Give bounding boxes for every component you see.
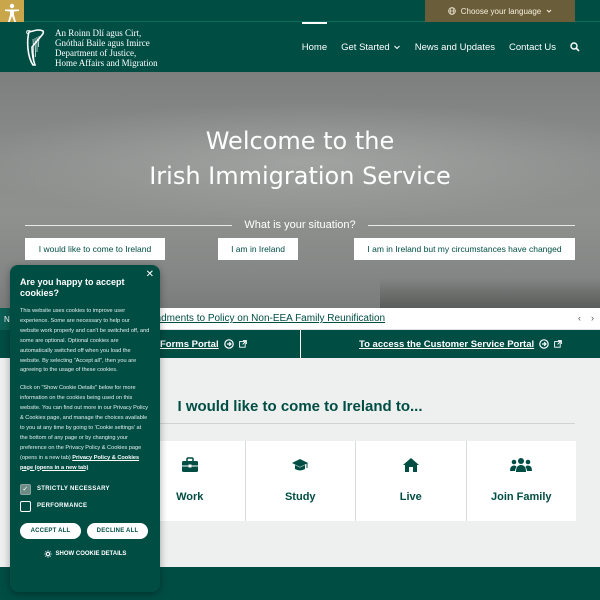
- card-live[interactable]: Live: [356, 441, 466, 521]
- logo-line: Department of Justice,: [55, 48, 137, 58]
- circumstances-changed-button[interactable]: I am in Ireland but my circumstances hav…: [354, 238, 575, 260]
- card-join-family[interactable]: Join Family: [466, 441, 576, 521]
- hero-background-hill: [380, 278, 600, 308]
- nav-label: Home: [301, 41, 328, 53]
- section-divider: [135, 423, 575, 424]
- portal-link-label: Forms Portal: [160, 338, 219, 350]
- arrow-circle-right-icon: [223, 339, 234, 349]
- external-link-icon: [554, 340, 562, 348]
- divider: [25, 224, 233, 226]
- chevron-down-icon: [546, 9, 552, 13]
- nav-home[interactable]: Home: [301, 22, 328, 72]
- customer-service-portal-link[interactable]: To access the Customer Service Portal: [359, 330, 562, 358]
- strict-checkbox: ✓: [20, 483, 31, 495]
- in-ireland-button[interactable]: I am in Ireland: [218, 238, 298, 260]
- forms-portal-link[interactable]: Forms Portal: [160, 330, 247, 358]
- graduation-cap-icon: [292, 459, 309, 471]
- card-label: Join Family: [490, 491, 552, 503]
- cookie-body: This website uses cookies to improve use…: [20, 308, 150, 374]
- cookie-consent-dialog: ✕ Are you happy to accept cookies? This …: [10, 265, 160, 592]
- hero-title-line: Welcome to the: [205, 127, 395, 155]
- close-icon[interactable]: ✕: [146, 269, 154, 280]
- card-label: Work: [176, 491, 204, 503]
- card-study[interactable]: Study: [245, 441, 355, 521]
- external-link-icon: [238, 340, 247, 348]
- top-utility-bar: Choose your language: [0, 0, 600, 26]
- accessibility-icon: [5, 3, 19, 23]
- nav-get-started[interactable]: Get Started: [341, 22, 401, 72]
- nav-label: Get Started: [341, 41, 390, 53]
- nav-news[interactable]: News and Updates: [415, 22, 495, 72]
- hero-title-line: Irish Immigration Service: [149, 162, 451, 190]
- home-icon: [402, 458, 419, 472]
- department-logo[interactable]: An Roinn Dlí agus Cirt, Gnóthaí Baile ag…: [25, 28, 158, 68]
- language-selector[interactable]: Choose your language: [425, 0, 575, 22]
- situation-label: What is your situation?: [244, 219, 356, 231]
- situation-heading: What is your situation?: [25, 218, 575, 232]
- logo-line: An Roinn Dlí agus Cirt,: [55, 28, 142, 38]
- show-cookie-details-button[interactable]: SHOW COOKIE DETAILS: [20, 549, 150, 558]
- cookie-buttons: ACCEPT ALL DECLINE ALL: [20, 522, 150, 539]
- cookie-option-strict: ✓ STRICTLY NECESSARY: [20, 483, 150, 495]
- card-label: Live: [399, 491, 422, 503]
- decline-all-button[interactable]: DECLINE ALL: [87, 522, 148, 539]
- come-to-ireland-button[interactable]: I would like to come to Ireland: [25, 238, 165, 260]
- accept-all-button[interactable]: ACCEPT ALL: [20, 522, 81, 539]
- site-header: An Roinn Dlí agus Cirt, Gnóthaí Baile ag…: [0, 22, 600, 72]
- arrow-circle-right-icon: [539, 339, 549, 349]
- family-icon: [510, 458, 533, 472]
- chevron-right-icon[interactable]: ›: [591, 313, 594, 323]
- chevron-left-icon[interactable]: ‹: [578, 313, 581, 323]
- details-label: SHOW COOKIE DETAILS: [55, 550, 127, 557]
- gear-icon: [43, 549, 52, 558]
- option-label: STRICTLY NECESSARY: [37, 486, 110, 492]
- performance-checkbox[interactable]: [20, 500, 31, 512]
- nav-contact[interactable]: Contact Us: [509, 22, 556, 72]
- search-icon: [570, 42, 580, 52]
- card-label: Study: [284, 491, 316, 503]
- briefcase-icon: [181, 457, 198, 472]
- ticker-controls: ‹ ›: [578, 313, 594, 323]
- harp-icon: [26, 29, 45, 66]
- cookie-body-details: Click on "Show Cookie Details" below for…: [20, 384, 150, 473]
- option-label: PERFORMANCE: [37, 503, 88, 509]
- portal-divider: [300, 330, 301, 358]
- purpose-cards: Work Study Live Join Family: [135, 441, 576, 521]
- logo-text: An Roinn Dlí agus Cirt, Gnóthaí Baile ag…: [55, 28, 158, 68]
- language-label: Choose your language: [460, 6, 542, 16]
- search-button[interactable]: [570, 22, 580, 72]
- portal-link-label: To access the Customer Service Portal: [359, 338, 535, 350]
- hero-title: Welcome to the Irish Immigration Service: [0, 124, 600, 194]
- divider: [367, 224, 575, 226]
- cookie-option-performance: PERFORMANCE: [20, 500, 150, 512]
- nav-label: Contact Us: [509, 41, 556, 53]
- chevron-down-icon: [393, 45, 400, 50]
- logo-line: Home Affairs and Migration: [55, 58, 158, 68]
- nav-label: News and Updates: [414, 41, 495, 53]
- main-nav: Home Get Started News and Updates Contac…: [301, 22, 580, 72]
- cookie-title: Are you happy to accept cookies?: [20, 277, 125, 298]
- ticker-headline-link[interactable]: endments to Policy on Non-EEA Family Reu…: [150, 313, 385, 324]
- cookie-body-text: Click on "Show Cookie Details" below for…: [20, 385, 149, 461]
- logo-line: Gnóthaí Baile agus Imirce: [55, 38, 150, 48]
- globe-icon: [447, 7, 456, 15]
